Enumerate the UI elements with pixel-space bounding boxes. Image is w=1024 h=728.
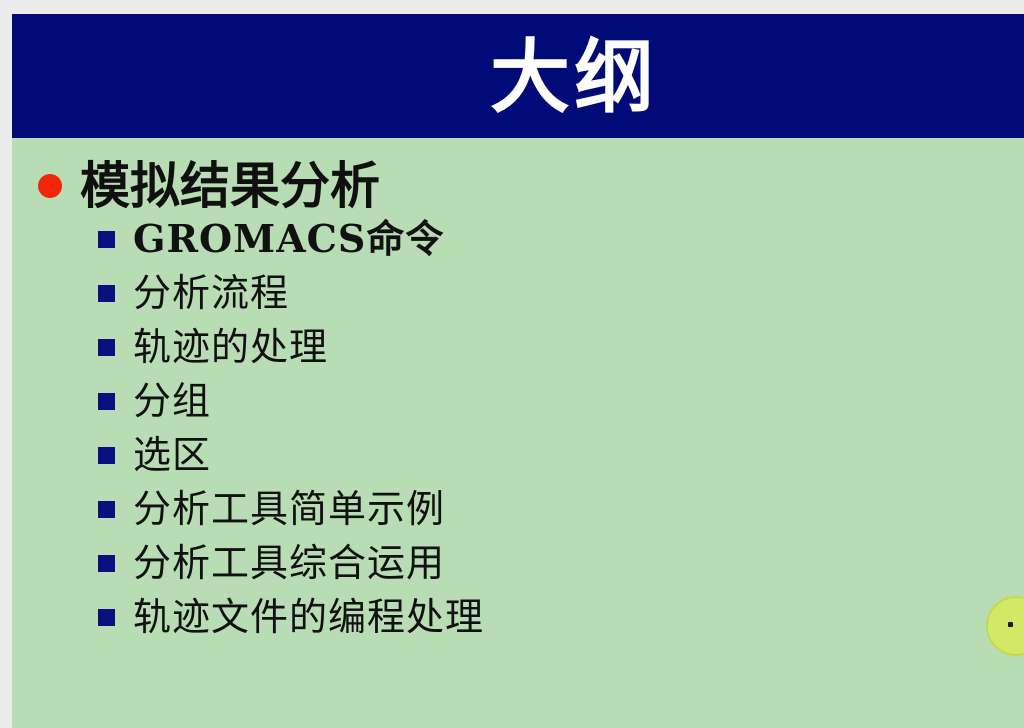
blue-square-bullet-icon — [98, 500, 115, 518]
list-item-label: 轨迹的处理 — [133, 325, 329, 369]
list-item: 分析工具简单示例 — [98, 482, 484, 536]
list-item-label: 分析工具简单示例 — [133, 487, 446, 531]
list-item: 分析流程 — [98, 266, 484, 320]
blue-square-bullet-icon — [98, 608, 115, 626]
list-item: 轨迹的处理 — [98, 320, 484, 374]
list-item-label: 分组 — [133, 379, 212, 423]
blue-square-bullet-icon — [98, 338, 115, 356]
cursor-dot-icon — [1008, 622, 1013, 627]
list-item-label: GROMACS命令 — [133, 216, 445, 261]
list-item-label: 分析工具综合运用 — [133, 541, 446, 585]
list-item: GROMACS命令 — [98, 212, 484, 266]
blue-square-bullet-icon — [98, 392, 115, 410]
list-item: 轨迹文件的编程处理 — [98, 590, 484, 644]
list-item: 分析工具综合运用 — [98, 536, 484, 590]
list-item: 选区 — [98, 428, 484, 482]
blue-square-bullet-icon — [98, 284, 115, 302]
slide: 大纲 模拟结果分析 GROMACS命令 分析流程 轨迹的处理 分组 选区 分析工… — [12, 14, 1024, 728]
main-bullet-label: 模拟结果分析 — [80, 157, 380, 215]
blue-square-bullet-icon — [98, 554, 115, 572]
list-item-label: 分析流程 — [133, 271, 290, 315]
red-dot-bullet-icon — [38, 174, 62, 198]
blue-square-bullet-icon — [98, 446, 115, 464]
list-item: 分组 — [98, 374, 484, 428]
list-item-label: 选区 — [133, 433, 212, 477]
slide-title: 大纲 — [490, 31, 658, 124]
outline-list: GROMACS命令 分析流程 轨迹的处理 分组 选区 分析工具简单示例 分析工具… — [98, 212, 484, 644]
list-item-label: 轨迹文件的编程处理 — [133, 595, 485, 639]
blue-square-bullet-icon — [98, 230, 115, 248]
title-bar: 大纲 — [12, 14, 1024, 138]
